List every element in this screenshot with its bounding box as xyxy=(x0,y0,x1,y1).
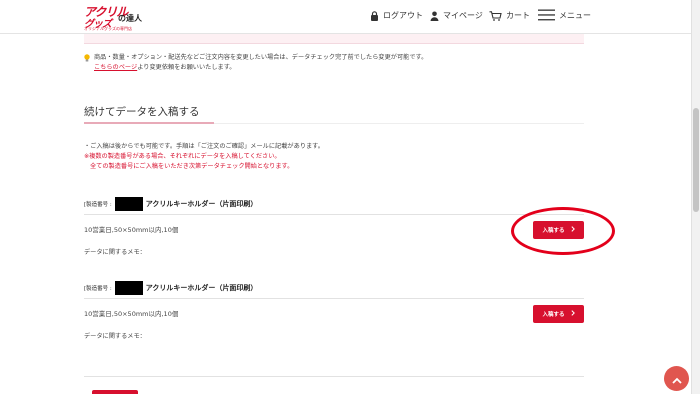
upload-info: ・ご入稿は後からでも可能です。手順は「ご注文のご確認」メールに記載があります。 … xyxy=(84,142,324,172)
user-icon xyxy=(430,11,439,21)
site-header: アクリル グッズ の達人 オリジナルグッズの専門店 ログアウト マイページ カー… xyxy=(0,0,700,34)
order-number-label: [製造番号 : xyxy=(84,202,112,208)
order-header: [製造番号 : アクリルキーホルダー（片面印刷） xyxy=(84,197,257,211)
previous-section-band xyxy=(84,34,584,44)
notice-line-1: 商品・数量・オプション・配送先などご注文内容を変更したい場合は、データチェック完… xyxy=(94,54,428,61)
logout-link[interactable]: ログアウト xyxy=(370,10,423,21)
menu-button[interactable]: メニュー xyxy=(538,9,591,21)
order-item: [製造番号 : アクリルキーホルダー（片面印刷） 10営業日,50×50mm以内… xyxy=(84,281,584,351)
order-divider xyxy=(84,214,584,215)
info-line-2: ※複数の製造番号がある場合、それぞれにデータを入稿してください。 xyxy=(84,153,281,160)
order-header: [製造番号 : アクリルキーホルダー（片面印刷） xyxy=(84,281,257,295)
menu-label: メニュー xyxy=(559,10,591,20)
back-to-top-button[interactable] xyxy=(664,366,689,391)
hamburger-icon xyxy=(538,9,555,21)
logout-label: ログアウト xyxy=(383,11,423,20)
cart-link[interactable]: カート xyxy=(489,10,530,21)
info-line-3: 全ての製造番号にご入稿をいただき次第データチェック開始となります。 xyxy=(90,163,294,170)
cart-label: カート xyxy=(506,11,530,20)
order-item: [製造番号 : アクリルキーホルダー（片面印刷） 10営業日,50×50mm以内… xyxy=(84,197,584,267)
product-name: アクリルキーホルダー（片面印刷） xyxy=(145,284,258,292)
upload-button-label: 入稿する xyxy=(542,312,565,318)
section-title-underline xyxy=(84,122,214,124)
page-scrollbar[interactable] xyxy=(691,0,700,394)
order-spec: 10営業日,50×50mm以内,10個 xyxy=(84,310,179,318)
chevron-up-icon xyxy=(671,369,682,388)
notice-line-2: より変更依頼をお願いいたします。 xyxy=(137,64,236,71)
redacted-order-number xyxy=(114,197,143,211)
next-button-partial[interactable] xyxy=(92,390,138,394)
lock-icon xyxy=(370,10,379,21)
lightbulb-icon xyxy=(84,54,90,62)
change-notice: 商品・数量・オプション・配送先などご注文内容を変更したい場合は、データチェック完… xyxy=(84,53,604,73)
info-line-1: ・ご入稿は後からでも可能です。手順は「ご注文のご確認」メールに記載があります。 xyxy=(84,143,324,150)
order-spec: 10営業日,50×50mm以内,10個 xyxy=(84,226,179,234)
order-divider xyxy=(84,298,584,299)
site-logo[interactable]: アクリル グッズ の達人 オリジナルグッズの専門店 xyxy=(84,3,144,31)
annotation-highlight-circle xyxy=(511,207,615,255)
logo-line-3: の達人 xyxy=(118,14,142,23)
section-title: 続けてデータを入稿する xyxy=(84,106,200,118)
section-title-rule xyxy=(214,123,584,124)
redacted-order-number xyxy=(114,281,143,295)
product-name: アクリルキーホルダー（片面印刷） xyxy=(145,200,258,208)
cart-icon xyxy=(489,10,502,21)
scrollbar-thumb[interactable] xyxy=(693,108,699,212)
bottom-divider xyxy=(84,376,584,377)
logo-tagline: オリジナルグッズの専門店 xyxy=(84,26,132,31)
change-request-link[interactable]: こちらのページ xyxy=(94,64,137,71)
upload-button[interactable]: 入稿する xyxy=(533,305,584,323)
data-memo-label: データに関するメモ： xyxy=(84,333,146,340)
data-memo-label: データに関するメモ： xyxy=(84,249,146,256)
order-number-label: [製造番号 : xyxy=(84,286,112,292)
chevron-right-icon xyxy=(570,310,575,318)
mypage-link[interactable]: マイページ xyxy=(430,10,483,21)
mypage-label: マイページ xyxy=(443,11,483,20)
